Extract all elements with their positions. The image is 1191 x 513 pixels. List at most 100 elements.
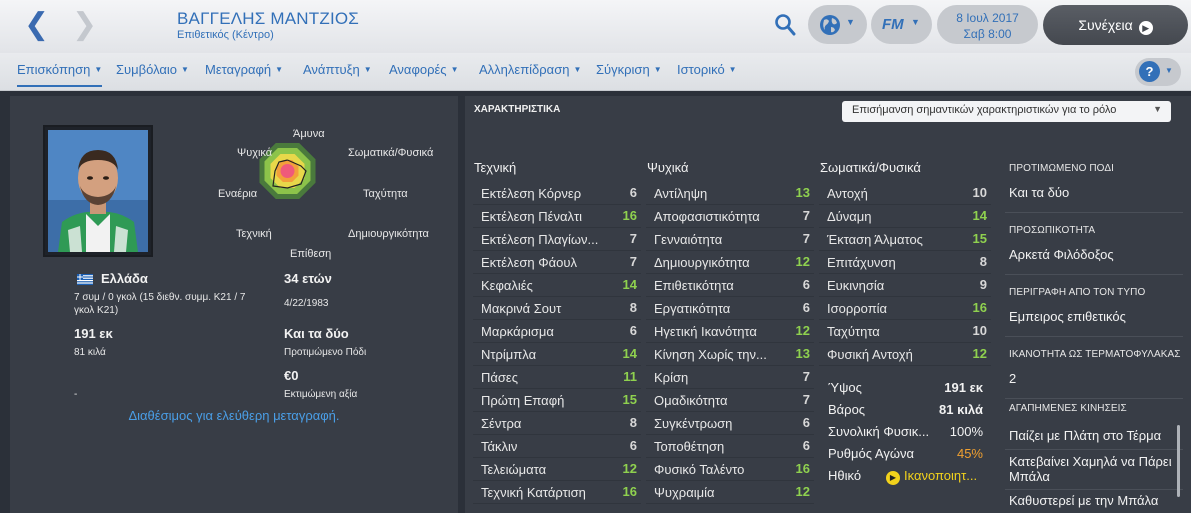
back-arrow-icon[interactable]: ❮ <box>24 10 49 40</box>
attribute-value: 13 <box>795 185 810 200</box>
player-name[interactable]: ΒΑΓΓΕΛΗΣ ΜΑΝΤΖΙΟΣ <box>177 9 359 29</box>
player-portrait <box>43 125 153 257</box>
attribute-name: Τελειώματα <box>481 462 547 477</box>
date-box[interactable]: 8 Ιουλ 2017 Σαβ 8:00 <box>937 5 1038 44</box>
attribute-value: 15 <box>972 231 987 246</box>
caps-line-2: γκολ Κ21) <box>74 305 119 316</box>
divider <box>1005 336 1183 337</box>
tab-interaction[interactable]: Αλληλεπίδραση ▼ <box>479 62 581 77</box>
attribute-value: 6 <box>802 438 810 453</box>
attribute-name: Ισορροπία <box>827 301 888 316</box>
attribute-row[interactable]: Αντίληψη 13 <box>646 182 814 205</box>
attribute-row[interactable]: Γενναιότητα 7 <box>646 228 814 251</box>
attribute-row[interactable]: Ψυχραιμία 12 <box>646 481 814 504</box>
weight-value: 81 κιλά <box>74 347 106 358</box>
role-highlight-dropdown[interactable]: Επισήμανση σημαντικών χαρακτηριστικών γι… <box>842 101 1171 122</box>
attribute-value: 7 <box>802 208 810 223</box>
help-button[interactable]: ? ▼ <box>1135 58 1181 86</box>
attribute-row[interactable]: Σέντρα 8 <box>473 412 641 435</box>
attribute-name: Μακρινά Σουτ <box>481 301 562 316</box>
attribute-row[interactable]: Ντρίμπλα 14 <box>473 343 641 366</box>
attribute-name: Επιτάχυνση <box>827 255 896 270</box>
attribute-row[interactable]: Συγκέντρωση 6 <box>646 412 814 435</box>
attribute-row[interactable]: Κεφαλιές 14 <box>473 274 641 297</box>
tab-overview[interactable]: Επισκόπηση ▼ <box>17 62 103 87</box>
mental-heading: Ψυχικά <box>647 160 689 175</box>
attribute-row[interactable]: Επιθετικότητα 6 <box>646 274 814 297</box>
physical-info-label: Βάρος <box>828 402 866 417</box>
attribute-value: 10 <box>972 185 987 200</box>
attribute-row[interactable]: Ευκινησία 9 <box>819 274 991 297</box>
attribute-row[interactable]: Εκτέλεση Κόρνερ 6 <box>473 182 641 205</box>
attribute-row[interactable]: Κρίση 7 <box>646 366 814 389</box>
attribute-row[interactable]: Τοποθέτηση 6 <box>646 435 814 458</box>
attribute-row[interactable]: Μαρκάρισμα 6 <box>473 320 641 343</box>
radar-label-attacking: Επίθεση <box>290 248 332 260</box>
attribute-row[interactable]: Αποφασιστικότητα 7 <box>646 205 814 228</box>
attribute-name: Τοποθέτηση <box>654 439 725 454</box>
attribute-row[interactable]: Επιτάχυνση 8 <box>819 251 991 274</box>
technical-heading: Τεχνική <box>474 160 517 175</box>
preferred-foot-heading: ΠΡΟΤΙΜΩΜΕΝΟ ΠΟΔΙ <box>1009 163 1114 174</box>
attribute-row[interactable]: Φυσικό Ταλέντο 16 <box>646 458 814 481</box>
morale-icon: ▶ <box>886 471 900 485</box>
attribute-row[interactable]: Εκτέλεση Φάουλ 7 <box>473 251 641 274</box>
attribute-name: Δημιουργικότητα <box>654 255 750 270</box>
attribute-name: Αποφασιστικότητα <box>654 209 760 224</box>
attribute-row[interactable]: Εκτέλεση Πλαγίων... 7 <box>473 228 641 251</box>
attribute-name: Ομαδικότητα <box>654 393 728 408</box>
tab-comparison[interactable]: Σύγκριση ▼ <box>596 62 662 77</box>
attribute-name: Έκταση Άλματος <box>827 232 923 247</box>
radar-label-defending: Άμυνα <box>293 128 325 140</box>
physical-info-value: 45% <box>956 446 983 461</box>
attribute-value: 16 <box>972 300 987 315</box>
attribute-row[interactable]: Δύναμη 14 <box>819 205 991 228</box>
attribute-value: 15 <box>622 392 637 407</box>
tab-development[interactable]: Ανάπτυξη ▼ <box>303 62 372 77</box>
attribute-row[interactable]: Ταχύτητα 10 <box>819 320 991 343</box>
attribute-row[interactable]: Πρώτη Επαφή 15 <box>473 389 641 412</box>
chevron-down-icon: ▼ <box>275 65 284 74</box>
physical-info-row: Συνολική Φυσικ... 100% <box>819 421 991 443</box>
nationality[interactable]: Ελλάδα <box>101 271 148 286</box>
attribute-name: Γενναιότητα <box>654 232 723 247</box>
chevron-down-icon: ▼ <box>573 65 582 74</box>
radar-label-creativity: Δημιουργικότητα <box>348 228 429 240</box>
attribute-row[interactable]: Πάσες 11 <box>473 366 641 389</box>
attribute-row[interactable]: Ομαδικότητα 7 <box>646 389 814 412</box>
attribute-row[interactable]: Ηγετική Ικανότητα 12 <box>646 320 814 343</box>
tab-reports[interactable]: Αναφορές ▼ <box>389 62 459 77</box>
tab-contract[interactable]: Συμβόλαιο ▼ <box>116 62 189 77</box>
attribute-value: 14 <box>972 208 987 223</box>
placeholder-dash: - <box>74 389 78 400</box>
attribute-row[interactable]: Κίνηση Χωρίς την... 13 <box>646 343 814 366</box>
attribute-row[interactable]: Αντοχή 10 <box>819 182 991 205</box>
chevron-down-icon: ▼ <box>450 65 459 74</box>
attribute-row[interactable]: Τεχνική Κατάρτιση 16 <box>473 481 641 504</box>
free-transfer-link[interactable]: Διαθέσιμος για ελεύθερη μεταγραφή. <box>10 408 458 423</box>
attribute-row[interactable]: Ισορροπία 16 <box>819 297 991 320</box>
attribute-row[interactable]: Τάκλιν 6 <box>473 435 641 458</box>
attribute-row[interactable]: Μακρινά Σουτ 8 <box>473 297 641 320</box>
tab-label: Αναφορές <box>389 62 447 77</box>
attribute-value: 10 <box>972 323 987 338</box>
physical-info-label: Ρυθμός Αγώνα <box>828 446 914 461</box>
dropdown-label: Επισήμανση σημαντικών χαρακτηριστικών γι… <box>852 104 1117 116</box>
attribute-row[interactable]: Τελειώματα 12 <box>473 458 641 481</box>
divider <box>1005 489 1183 490</box>
tab-history[interactable]: Ιστορικό ▼ <box>677 62 737 77</box>
attribute-row[interactable]: Δημιουργικότητα 12 <box>646 251 814 274</box>
attribute-value: 7 <box>629 254 637 269</box>
chevron-down-icon: ▼ <box>363 65 372 74</box>
continue-button[interactable]: Συνέχεια ▶ <box>1043 5 1188 45</box>
attribute-row[interactable]: Εργατικότητα 6 <box>646 297 814 320</box>
globe-menu-button[interactable]: ▼ <box>808 5 867 44</box>
forward-arrow-icon[interactable]: ❯ <box>72 10 97 40</box>
tab-transfer[interactable]: Μεταγραφή ▼ <box>205 62 283 77</box>
attribute-row[interactable]: Εκτέλεση Πέναλτι 16 <box>473 205 641 228</box>
search-icon[interactable] <box>774 13 796 37</box>
attribute-row[interactable]: Φυσική Αντοχή 12 <box>819 343 991 366</box>
fm-menu-button[interactable]: FM ▼ <box>871 5 932 44</box>
scrollbar[interactable] <box>1177 425 1180 497</box>
attribute-row[interactable]: Έκταση Άλματος 15 <box>819 228 991 251</box>
